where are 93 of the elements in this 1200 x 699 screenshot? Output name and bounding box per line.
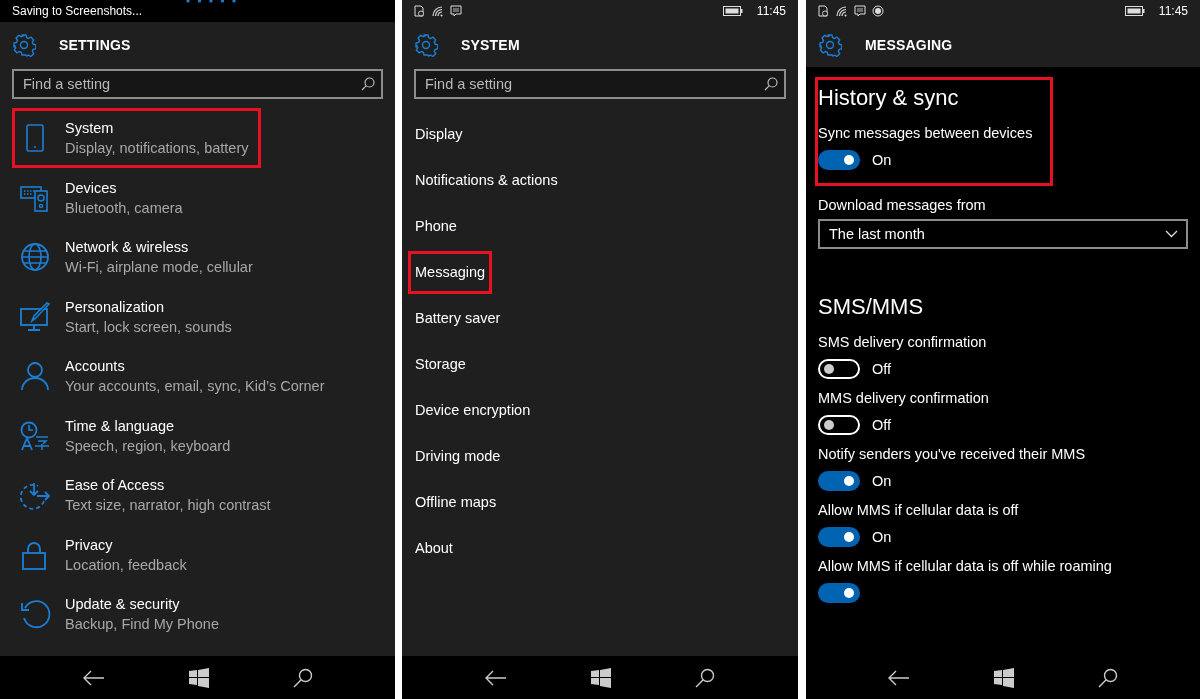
windows-icon[interactable]: [591, 667, 611, 688]
page-title: SETTINGS: [59, 36, 131, 53]
setting-title: Accounts: [65, 357, 126, 376]
chevron-down-icon: [1165, 230, 1178, 238]
status-notice: Saving to Screenshots...: [12, 4, 143, 18]
menu-item[interactable]: Storage: [408, 342, 473, 386]
search-field[interactable]: Find a setting: [12, 69, 383, 99]
settings-item[interactable]: System Display, notifications, battery: [12, 108, 262, 168]
settings-item[interactable]: Ease of Access Text size, narrator, high contrast: [12, 465, 284, 525]
settings-item[interactable]: Personalization Start, lock screen, sounds: [12, 286, 245, 347]
setting-title: Network & wireless: [65, 238, 190, 257]
toggle-state: On: [872, 529, 892, 545]
setting-label: MMS delivery confirmation: [818, 389, 990, 408]
search-icon: [361, 77, 375, 91]
setting-title: Privacy: [65, 535, 114, 555]
search-field[interactable]: Find a setting: [414, 69, 786, 99]
menu-item[interactable]: Notifications & actions: [408, 158, 565, 202]
setting-subtitle: Speech, region, keyboard: [65, 436, 231, 456]
setting-title: Time & language: [65, 416, 176, 436]
clock-time: 11:45: [756, 4, 786, 18]
wifi-icon: [431, 5, 444, 17]
menu-item[interactable]: Display: [408, 112, 470, 156]
setting-subtitle: Location, feedback: [65, 555, 187, 575]
back-arrow-icon[interactable]: [82, 669, 105, 686]
setting-subtitle: Your accounts, email, sync, Kid’s Corner: [65, 377, 325, 396]
setting-title: Personalization: [65, 297, 166, 317]
toggle-switch[interactable]: [818, 583, 860, 603]
setting-subtitle: Wi-Fi, airplane mode, cellular: [65, 258, 253, 277]
search-icon[interactable]: [292, 667, 313, 688]
setting-subtitle: Start, lock screen, sounds: [65, 317, 232, 337]
search-icon[interactable]: [695, 667, 715, 688]
gear-icon: [414, 32, 438, 57]
toggle-state: Off: [872, 361, 892, 377]
toggle-switch[interactable]: [818, 471, 860, 491]
search-icon[interactable]: [1098, 667, 1118, 688]
menu-item[interactable]: Phone: [408, 204, 464, 248]
menu-item[interactable]: Offline maps: [408, 480, 504, 524]
windows-icon[interactable]: [188, 667, 209, 688]
menu-item[interactable]: Driving mode: [408, 434, 508, 478]
setting-subtitle: Bluetooth, camera: [65, 198, 183, 218]
globe-icon: [19, 241, 51, 273]
settings-item[interactable]: Privacy Location, feedback: [12, 524, 200, 585]
toggle-state: Off: [872, 417, 892, 433]
gear-icon: [12, 32, 36, 57]
setting-title: Update & security: [65, 595, 181, 614]
gear-icon: [818, 32, 842, 57]
battery-saver-icon: [414, 5, 425, 17]
menu-item[interactable]: Messaging: [408, 250, 493, 294]
menu-item[interactable]: Device encryption: [408, 388, 538, 432]
battery-saver-icon: [818, 5, 829, 17]
section-heading: History & sync: [818, 84, 960, 112]
toggle-switch[interactable]: [818, 150, 860, 170]
setting-title: System: [65, 119, 115, 138]
menu-item[interactable]: Battery saver: [408, 296, 508, 340]
setting-label: SMS delivery confirmation: [818, 333, 988, 352]
setting-subtitle: Text size, narrator, high contrast: [65, 496, 271, 515]
toggle-state: On: [872, 473, 892, 489]
battery-icon: [1124, 6, 1145, 16]
setting-label: Allow MMS if cellular data is off while roaming: [818, 557, 1113, 576]
back-arrow-icon[interactable]: [888, 669, 910, 686]
back-arrow-icon[interactable]: [485, 669, 507, 686]
section-heading: SMS/MMS: [818, 293, 925, 321]
setting-label: Allow MMS if cellular data is off: [818, 501, 1020, 520]
settings-item[interactable]: Time & language Speech, region, keyboard: [12, 405, 244, 466]
setting-label: Sync messages between devices: [818, 124, 1033, 143]
clock-time: 11:45: [1158, 4, 1188, 18]
wifi-icon: [835, 5, 848, 17]
toggle-state: On: [872, 152, 892, 168]
settings-item[interactable]: Accounts Your accounts, email, sync, Kid’s Corner: [12, 346, 338, 406]
setting-subtitle: Backup, Find My Phone: [65, 615, 219, 634]
monitor-brush-icon: [19, 300, 51, 333]
clock-letter-icon: [19, 419, 51, 452]
settings-item[interactable]: Devices Bluetooth, camera: [12, 167, 196, 228]
setting-title: Devices: [65, 178, 118, 198]
settings-item[interactable]: Network & wireless Wi-Fi, airplane mode, cellular: [12, 227, 266, 287]
message-icon: [450, 5, 462, 17]
menu-item[interactable]: About: [408, 526, 460, 570]
record-icon: [872, 5, 884, 17]
page-title: SYSTEM: [461, 36, 520, 53]
setting-label: Download messages from: [818, 196, 987, 215]
person-icon: [19, 360, 51, 392]
setting-label: Notify senders you've received their MMS: [818, 445, 1087, 464]
search-icon: [764, 77, 778, 91]
setting-title: Ease of Access: [65, 476, 166, 495]
setting-subtitle: Display, notifications, battery: [65, 139, 249, 158]
circular-arrow-icon: [19, 598, 51, 630]
toggle-switch[interactable]: [818, 527, 860, 547]
dropdown[interactable]: The last month: [818, 219, 1188, 249]
settings-item[interactable]: Update & security Backup, Find My Phone: [12, 584, 232, 644]
windows-icon[interactable]: [994, 667, 1014, 688]
battery-icon: [722, 6, 743, 16]
page-title: MESSAGING: [865, 36, 953, 53]
message-icon: [854, 5, 866, 17]
